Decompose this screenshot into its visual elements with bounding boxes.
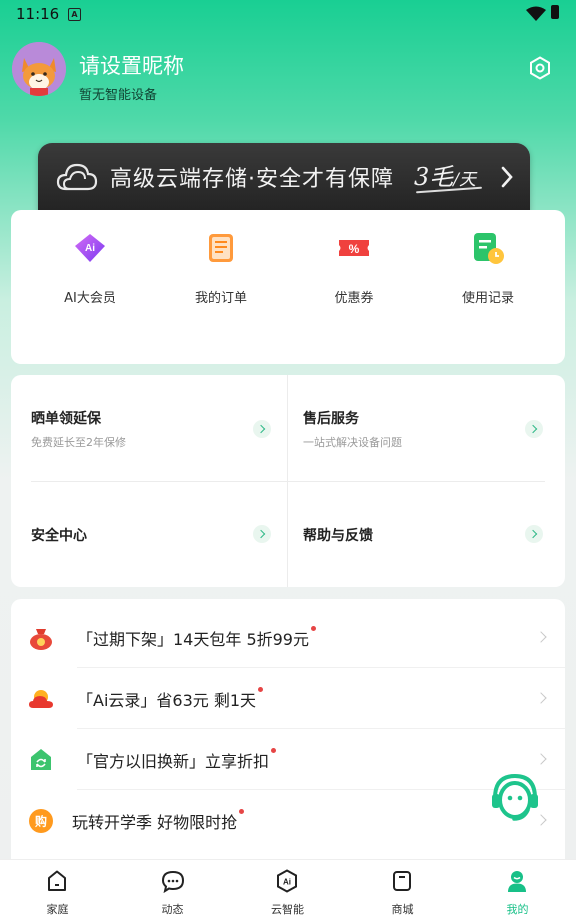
red-dot-badge <box>258 687 264 692</box>
service-subtitle: 免费延长至2年保修 <box>31 436 126 449</box>
notification-icon: A <box>68 8 81 21</box>
promo-text-label: 「官方以旧换新」立享折扣 <box>77 752 270 771</box>
chat-bubble-icon <box>161 870 185 893</box>
chevron-right-icon <box>501 166 513 188</box>
promo-text: 「官方以旧换新」立享折扣 <box>77 748 277 772</box>
chevron-right-icon <box>535 753 547 765</box>
battery-icon <box>551 5 559 19</box>
svg-text:%: % <box>349 242 360 256</box>
quick-action-ai-member[interactable]: Ai AI大会员 <box>21 230 159 306</box>
buy-icon-text: 购 <box>35 814 47 829</box>
quick-action-label: 我的订单 <box>194 291 247 306</box>
store-icon <box>393 871 411 891</box>
promo-text: 「过期下架」14天包年 5折99元 <box>77 626 316 650</box>
red-cloud-icon <box>29 690 53 708</box>
promo-row[interactable]: 购 玩转开学季 好物限时抢 <box>11 790 565 851</box>
service-after-sales[interactable]: 售后服务 一站式解决设备问题 <box>283 375 543 481</box>
tab-activity[interactable]: 动态 <box>115 860 230 921</box>
promo-text-label: 「过期下架」14天包年 5折99元 <box>77 630 309 649</box>
profile-header: 请设置昵称 暂无智能设备 <box>12 42 564 103</box>
promo-text-label: 「Ai云录」省63元 剩1天 <box>77 691 257 710</box>
settings-icon[interactable] <box>528 56 552 80</box>
quick-actions-card: Ai AI大会员 我的订单 % 优惠券 使用记录 <box>11 210 565 364</box>
promo-row[interactable]: 「官方以旧换新」立享折扣 <box>11 729 565 790</box>
svg-text:Ai: Ai <box>283 878 291 887</box>
red-dot-badge <box>239 809 245 814</box>
avatar[interactable] <box>12 42 66 96</box>
service-warranty[interactable]: 晒单领延保 免费延长至2年保修 <box>11 375 271 481</box>
red-dot-badge <box>311 626 316 631</box>
chevron-right-icon <box>253 420 271 438</box>
chevron-right-icon <box>525 420 543 438</box>
status-bar: 11:16 A <box>0 0 576 28</box>
svg-text:Ai: Ai <box>85 243 95 254</box>
banner-price-main: 3毛 <box>414 163 454 191</box>
service-subtitle: 一站式解决设备问题 <box>303 436 402 449</box>
home-icon <box>48 870 66 891</box>
wifi-icon <box>526 6 546 21</box>
promo-text: 「Ai云录」省63元 剩1天 <box>77 687 264 711</box>
service-title: 安全中心 <box>31 528 87 544</box>
red-dot-badge <box>271 748 277 753</box>
banner-text: 高级云端存储·安全才有保障 <box>110 167 394 192</box>
chevron-right-icon <box>535 692 547 704</box>
quick-action-label: AI大会员 <box>64 291 116 306</box>
chevron-right-icon <box>253 525 271 543</box>
ai-hexagon-icon: Ai <box>277 869 297 893</box>
quick-action-label: 优惠券 <box>334 291 374 306</box>
cloud-storage-banner[interactable]: 高级云端存储·安全才有保障 3毛/天 <box>38 143 530 213</box>
service-help-feedback[interactable]: 帮助与反馈 <box>283 481 543 587</box>
customer-service-icon[interactable] <box>490 772 540 824</box>
tab-label: 云智能 <box>271 903 304 916</box>
usage-record-icon <box>474 233 504 264</box>
device-hint: 暂无智能设备 <box>79 88 158 103</box>
cloud-icon <box>56 163 98 191</box>
chevron-right-icon <box>535 631 547 643</box>
order-list-icon <box>209 234 233 262</box>
tab-label: 商城 <box>391 903 414 916</box>
bottom-tab-bar: 家庭 动态 Ai 云智能 商城 我的 <box>0 859 576 921</box>
ai-diamond-icon: Ai <box>75 234 105 262</box>
quick-action-usage-records[interactable]: 使用记录 <box>419 230 557 306</box>
fox-avatar-icon <box>12 42 66 96</box>
quick-action-orders[interactable]: 我的订单 <box>152 230 290 306</box>
status-time: 11:16 <box>16 5 60 23</box>
promo-row[interactable]: 「过期下架」14天包年 5折99元 <box>11 607 565 668</box>
services-card: 晒单领延保 免费延长至2年保修 售后服务 一站式解决设备问题 安全中心 帮助与反… <box>11 375 565 587</box>
tab-mall[interactable]: 商城 <box>345 860 460 921</box>
green-house-icon <box>31 749 51 770</box>
tab-cloud-ai[interactable]: Ai 云智能 <box>230 860 345 921</box>
promo-text: 玩转开学季 好物限时抢 <box>72 809 245 833</box>
tab-home[interactable]: 家庭 <box>0 860 115 921</box>
quick-action-label: 使用记录 <box>461 291 514 306</box>
coupon-icon: % <box>339 240 369 256</box>
orange-buy-icon: 购 <box>29 809 53 833</box>
tab-label: 家庭 <box>46 903 69 916</box>
red-pouch-icon <box>30 629 52 650</box>
user-icon <box>508 871 526 892</box>
tab-label: 我的 <box>506 903 529 916</box>
service-title: 售后服务 <box>303 411 359 427</box>
tab-mine[interactable]: 我的 <box>460 860 575 921</box>
promo-text-label: 玩转开学季 好物限时抢 <box>72 813 238 832</box>
promotions-card: 「过期下架」14天包年 5折99元 「Ai云录」省63元 剩1天 「官方以旧换新… <box>11 599 565 879</box>
quick-action-coupons[interactable]: % 优惠券 <box>285 230 423 306</box>
service-security-center[interactable]: 安全中心 <box>11 481 271 587</box>
service-title: 晒单领延保 <box>31 411 101 427</box>
promo-row[interactable]: 「Ai云录」省63元 剩1天 <box>11 668 565 729</box>
service-title: 帮助与反馈 <box>303 528 373 544</box>
chevron-right-icon <box>525 525 543 543</box>
tab-label: 动态 <box>161 903 184 916</box>
nickname[interactable]: 请设置昵称 <box>79 50 184 80</box>
